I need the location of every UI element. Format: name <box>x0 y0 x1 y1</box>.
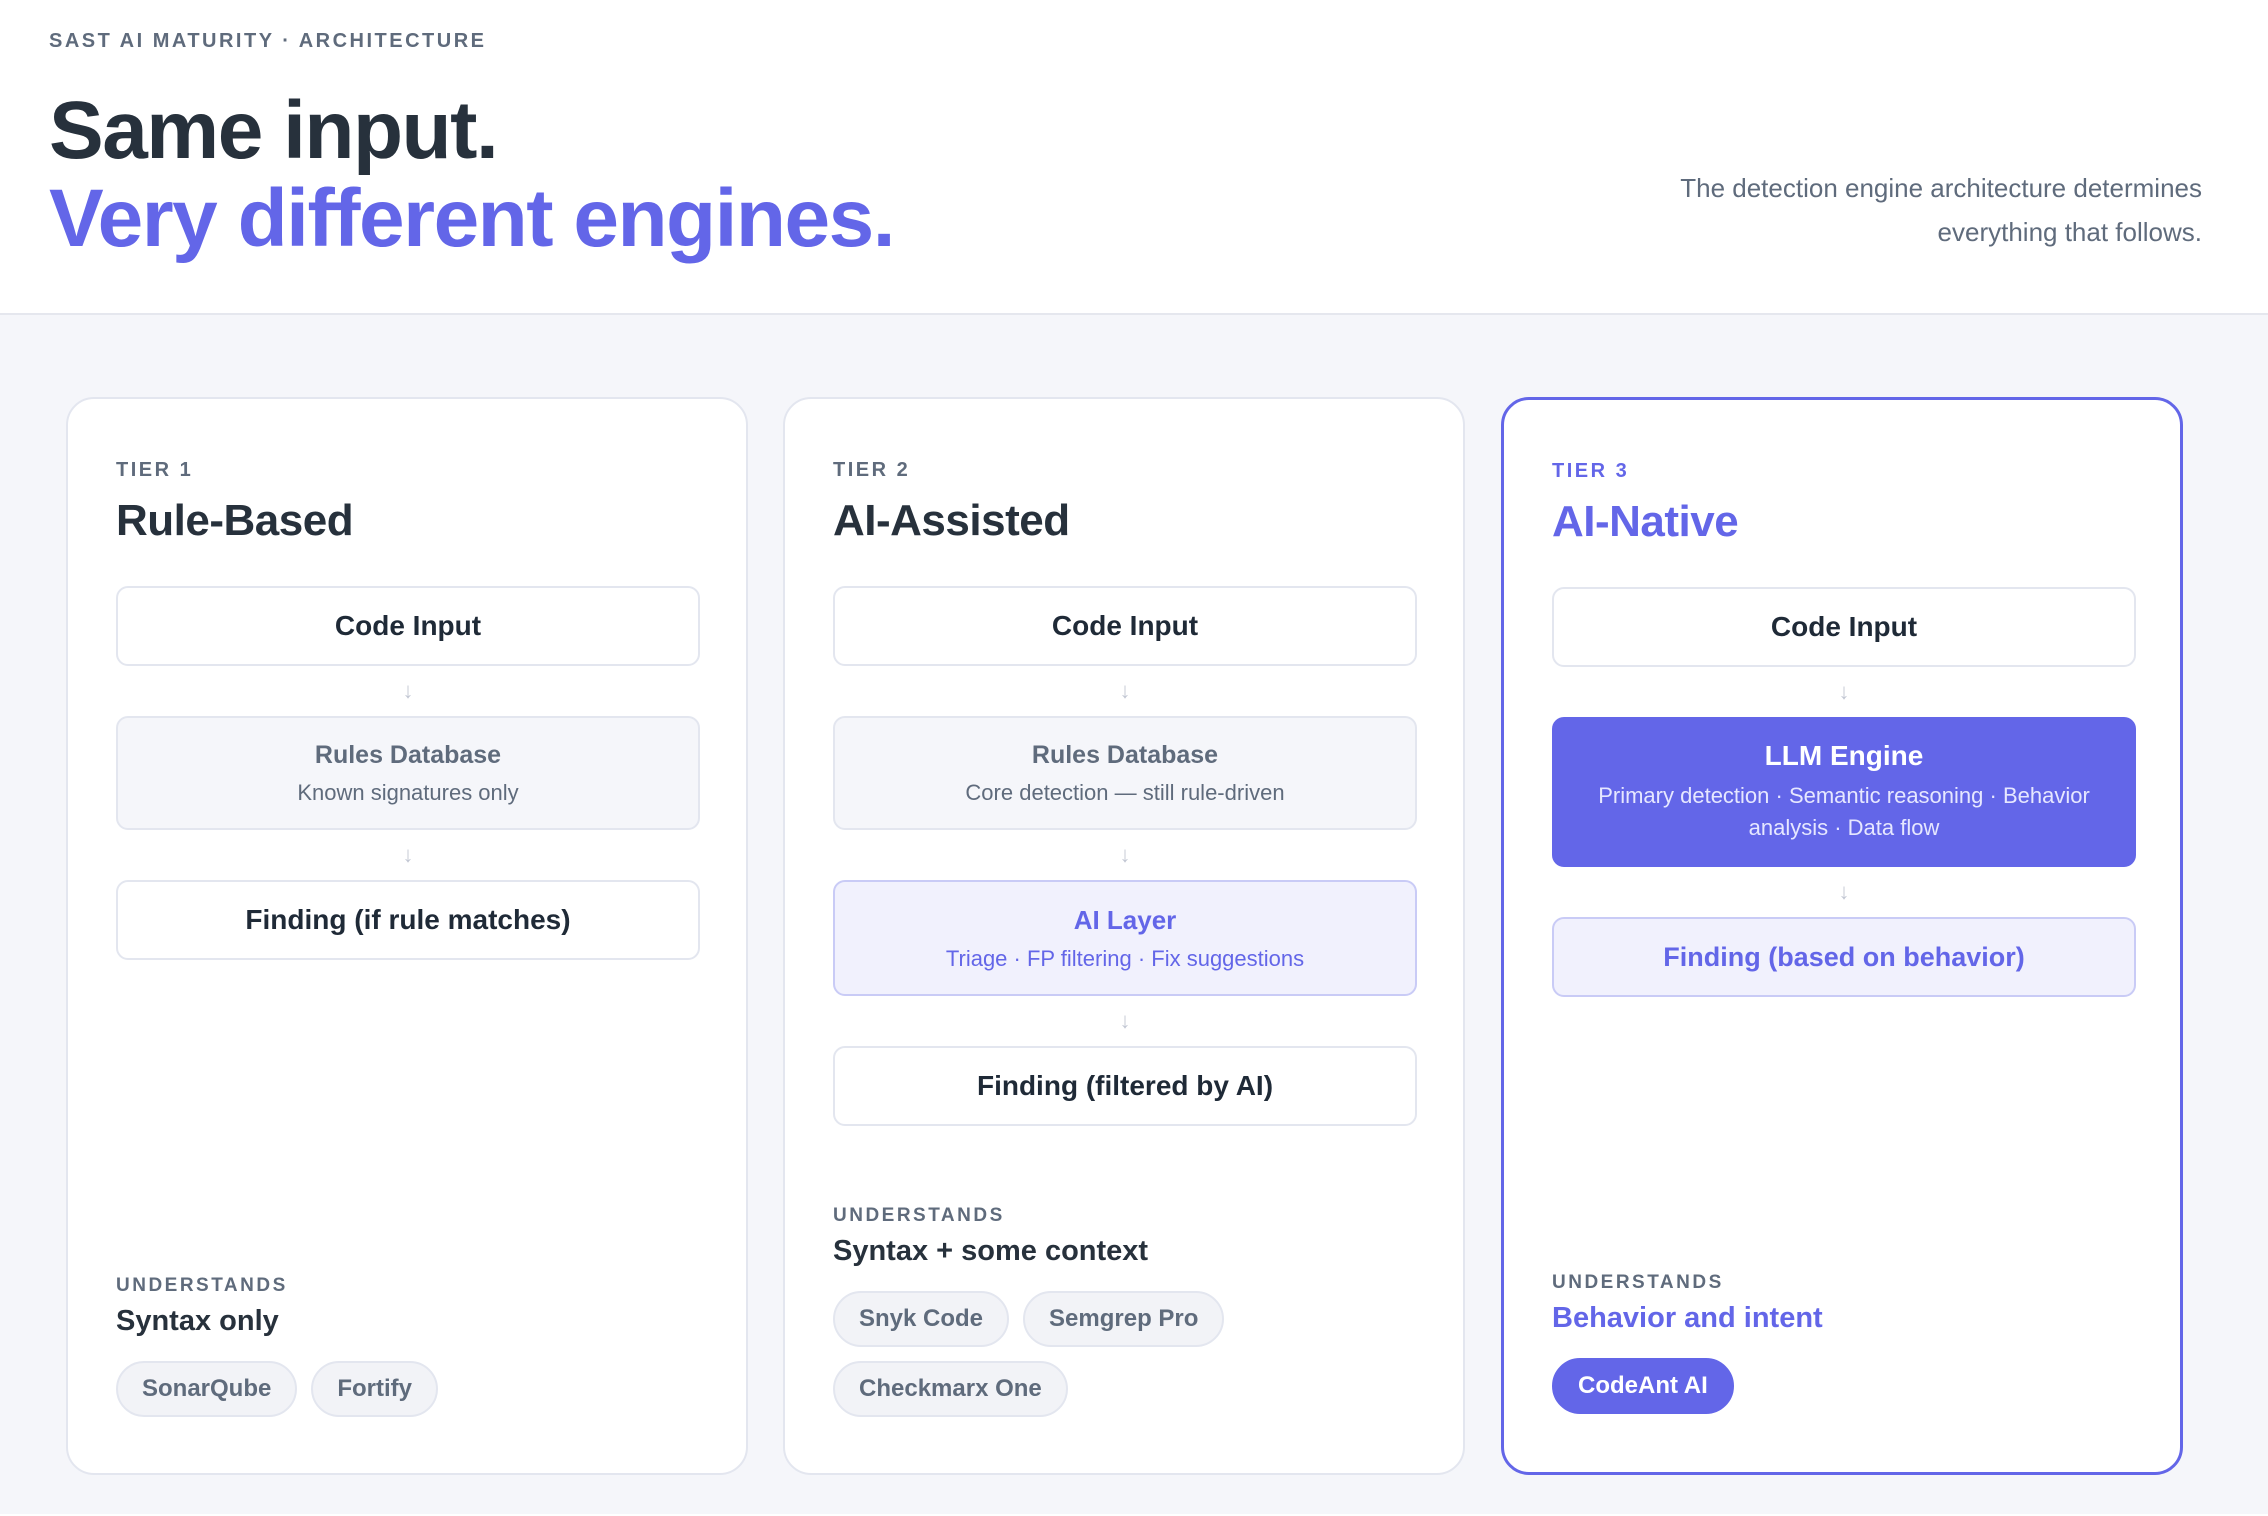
flow-step-title: Rules Database <box>314 740 502 769</box>
tier-label: TIER 2 <box>833 459 911 481</box>
flow-step-code-input: Code Input <box>1552 587 2136 667</box>
flow-step-code-input: Code Input <box>833 586 1417 666</box>
flow: Code Input ↓ Rules Database Known signat… <box>116 586 700 960</box>
tool-chip-codeant-ai: CodeAnt AI <box>1552 1358 1734 1414</box>
flow-step-title: LLM Engine <box>1764 740 1924 771</box>
flow-step-title: Finding (based on behavior) <box>1663 941 2025 972</box>
flow-step-title: Finding (if rule matches) <box>245 904 571 935</box>
tool-chip-sonarqube: SonarQube <box>116 1361 298 1417</box>
understands-label: UNDERSTANDS <box>116 1275 288 1296</box>
understands-label: UNDERSTANDS <box>1552 1272 1724 1293</box>
flow-step-llm-engine: LLM Engine Primary detection · Semantic … <box>1552 717 2136 867</box>
arrow-down-icon: ↓ <box>1838 679 1850 704</box>
tier-label: TIER 3 <box>1552 460 1630 482</box>
arrow-down-icon: ↓ <box>1119 1008 1131 1033</box>
flow: Code Input ↓ LLM Engine Primary detectio… <box>1552 587 2136 997</box>
understands-value: Behavior and intent <box>1552 1302 1823 1334</box>
flow-step-ai-layer: AI Layer Triage · FP filtering · Fix sug… <box>833 880 1417 996</box>
tiers-stage: TIER 1 Rule-Based Code Input ↓ Rules Dat… <box>0 315 2268 1514</box>
tool-chips: SonarQube Fortify <box>116 1361 706 1417</box>
flow-step-finding: Finding (filtered by AI) <box>833 1046 1417 1126</box>
arrow-down-icon: ↓ <box>1838 879 1850 904</box>
flow-step-code-input: Code Input <box>116 586 700 666</box>
flow-step-finding: Finding (if rule matches) <box>116 880 700 960</box>
flow-step-finding: Finding (based on behavior) <box>1552 917 2136 997</box>
flow-step-subtitle: Triage · FP filtering · Fix suggestions <box>945 945 1305 971</box>
flow-step-subtitle: Core detection — still rule-driven <box>965 779 1285 805</box>
tool-chip-semgrep-pro: Semgrep Pro <box>1023 1291 1225 1347</box>
flow-step-title: AI Layer <box>1073 904 1177 935</box>
tier-card-ai-assisted: TIER 2 AI-Assisted Code Input ↓ Rules Da… <box>783 397 1465 1475</box>
tier-title: AI-Native <box>1552 497 1739 546</box>
tool-chips: CodeAnt AI <box>1552 1358 2142 1414</box>
page-title-line-1: Same input. <box>49 85 499 176</box>
understands-label: UNDERSTANDS <box>833 1205 1005 1226</box>
tool-chips: Snyk Code Semgrep Pro Checkmarx One <box>833 1291 1423 1417</box>
flow-step-subtitle: Primary detection · Semantic reasoning ·… <box>1598 783 2090 840</box>
flow-step-title: Finding (filtered by AI) <box>976 1070 1274 1101</box>
page-subtitle: The detection engine architecture determ… <box>1680 173 2202 247</box>
tier-card-ai-native: TIER 3 AI-Native Code Input ↓ LLM Engine… <box>1501 397 2183 1475</box>
flow-step-title: Code Input <box>1051 610 1199 641</box>
header: SAST AI MATURITY · ARCHITECTURE Same inp… <box>0 0 2268 315</box>
understands-value: Syntax only <box>116 1305 279 1337</box>
tier-title: AI-Assisted <box>833 496 1070 545</box>
flow-step-title: Rules Database <box>1031 740 1219 769</box>
arrow-down-icon: ↓ <box>402 842 414 867</box>
tier-title: Rule-Based <box>116 496 354 545</box>
flow-step-rules-database: Rules Database Known signatures only <box>116 716 700 830</box>
eyebrow: SAST AI MATURITY · ARCHITECTURE <box>49 30 487 52</box>
arrow-down-icon: ↓ <box>1119 678 1131 703</box>
tier-card-rule-based: TIER 1 Rule-Based Code Input ↓ Rules Dat… <box>66 397 748 1475</box>
tool-chip-fortify: Fortify <box>311 1361 439 1417</box>
understands-value: Syntax + some context <box>833 1235 1149 1267</box>
flow-step-subtitle: Known signatures only <box>297 779 519 805</box>
flow-step-title: Code Input <box>1770 611 1918 642</box>
arrow-down-icon: ↓ <box>402 678 414 703</box>
tool-chip-snyk-code: Snyk Code <box>833 1291 1010 1347</box>
arrow-down-icon: ↓ <box>1119 842 1131 867</box>
flow: Code Input ↓ Rules Database Core detecti… <box>833 586 1417 1126</box>
tier-label: TIER 1 <box>116 459 194 481</box>
tool-chip-checkmarx-one: Checkmarx One <box>833 1361 1068 1417</box>
flow-step-rules-database: Rules Database Core detection — still ru… <box>833 716 1417 830</box>
flow-step-title: Code Input <box>334 610 482 641</box>
